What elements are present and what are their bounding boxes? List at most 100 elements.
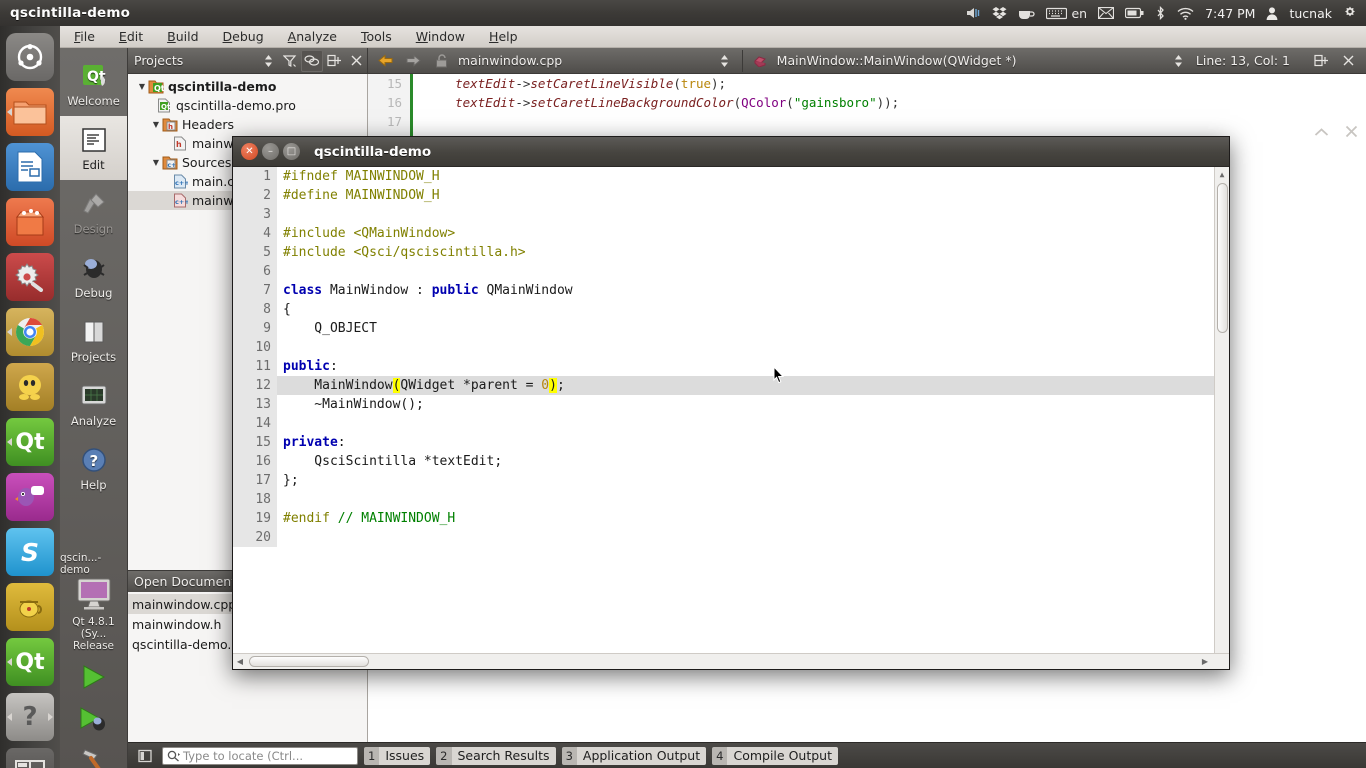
open-document-label: mainwindow.h [132,617,221,632]
launcher-item-qt-assistant[interactable]: Qt [6,638,54,686]
launcher-item-help[interactable]: ? [6,693,54,741]
menu-help[interactable]: Help [489,29,518,44]
expander-icon[interactable]: ▼ [150,158,162,167]
close-editor-icon[interactable] [1338,50,1360,72]
menu-tools[interactable]: Tools [361,29,392,44]
line-number: 3 [233,205,277,224]
gear-icon[interactable] [1343,6,1357,20]
lock-icon[interactable] [430,50,452,72]
menu-edit[interactable]: Edit [119,29,143,44]
dialog-titlebar[interactable]: ✕ – □ qscintilla-demo [233,137,1229,167]
running-pip-left [7,328,12,336]
coffee-cup-icon[interactable] [1018,7,1035,20]
filter-icon[interactable] [279,50,301,72]
username[interactable]: tucnak [1289,6,1332,21]
scroll-right-arrow[interactable]: ▶ [1198,655,1212,669]
close-icon[interactable] [345,50,367,72]
launcher-item-files[interactable] [6,88,54,136]
maximize-button[interactable]: □ [283,143,300,160]
close-button[interactable]: ✕ [241,143,258,160]
run-button[interactable] [73,660,115,694]
launcher-item-teapot[interactable] [6,583,54,631]
mail-icon[interactable] [1098,7,1114,19]
mode-help[interactable]: ? Help [60,436,127,500]
menu-analyze[interactable]: Analyze [288,29,337,44]
mode-projects[interactable]: Projects [60,308,127,372]
output-pane-compile-output[interactable]: 4 Compile Output [712,746,838,766]
code-line: 19#endif // MAINWINDOW_H [233,509,1229,528]
toggle-sidebar-icon[interactable] [134,745,156,767]
split-icon[interactable] [323,50,345,72]
launcher-item-ubuntu-dash[interactable] [6,33,54,81]
vertical-scrollbar[interactable]: ▲ [1214,167,1229,653]
line-number: 10 [233,338,277,357]
kit-selector[interactable]: qscin...-demo Qt 4.8.1 (Sy... Release [60,552,127,768]
clock[interactable]: 7:47 PM [1205,6,1255,21]
launcher-item-libreoffice-writer[interactable] [6,143,54,191]
output-pane-issues[interactable]: 1 Issues [364,746,430,766]
vertical-scroll-thumb[interactable] [1217,183,1228,333]
output-pane-search-results[interactable]: 2 Search Results [436,746,555,766]
tree-item-pro-file[interactable]: Qt qscintilla-demo.pro [128,96,367,115]
nav-forward-icon[interactable] [402,50,424,72]
split-editor-icon[interactable] [1310,50,1332,72]
mode-analyze[interactable]: Analyze [60,372,127,436]
sidebar-combo-arrows[interactable] [257,50,279,72]
menu-build[interactable]: Build [167,29,198,44]
horizontal-scroll-thumb[interactable] [249,656,369,667]
pane-label: Issues [379,747,430,765]
launcher-item-software-center[interactable] [6,198,54,246]
launcher-item-workspace-switcher[interactable] [6,748,54,768]
code-text: Q_OBJECT [277,319,377,338]
menu-debug[interactable]: Debug [223,29,264,44]
tree-item-headers[interactable]: ▼ h Headers [128,115,367,134]
expander-icon[interactable]: ▼ [150,120,162,129]
qscintilla-lines: 1#ifndef MAINWINDOW_H2#define MAINWINDOW… [233,167,1229,547]
sync-with-editor-icon[interactable] [301,50,323,72]
launcher-item-google-chrome[interactable] [6,308,54,356]
code-text [277,490,283,509]
menu-file[interactable]: File [74,29,95,44]
mode-welcome[interactable]: Qt Welcome [60,52,127,116]
open-file-name[interactable]: mainwindow.cpp [458,53,562,68]
run-debug-button[interactable] [73,702,115,736]
close-panel-icon[interactable] [1345,123,1358,142]
workspace-switcher-icon [15,760,45,768]
code-text [277,205,283,224]
bluetooth-icon[interactable] [1155,6,1166,20]
launcher-item-qt-creator[interactable]: Qt [6,418,54,466]
mode-debug[interactable]: Debug [60,244,127,308]
launcher-item-system-settings[interactable] [6,253,54,301]
line-number: 13 [233,395,277,414]
launcher-item-pidgin[interactable] [6,473,54,521]
current-symbol[interactable]: MainWindow::MainWindow(QWidget *) [777,53,1017,68]
file-combo-arrows[interactable] [714,50,736,72]
nav-back-icon[interactable] [374,50,396,72]
scroll-left-arrow[interactable]: ◀ [233,655,247,669]
screen: qscintilla-demo en [0,0,1366,768]
qscintilla-editor[interactable]: 1#ifndef MAINWINDOW_H2#define MAINWINDOW… [233,167,1229,653]
volume-icon[interactable] [966,6,981,20]
output-pane-application-output[interactable]: 3 Application Output [562,746,707,766]
scroll-up-arrow[interactable]: ▲ [1215,167,1229,181]
mode-edit[interactable]: Edit [60,116,127,180]
expander-icon[interactable]: ▼ [136,82,148,91]
locator-input[interactable]: Type to locate (Ctrl... [162,747,358,765]
tree-item-project[interactable]: ▼ Qt qscintilla-demo [128,77,367,96]
line-col-indicator[interactable]: Line: 13, Col: 1 [1196,53,1290,68]
battery-icon[interactable] [1125,7,1144,19]
keyboard-layout-indicator[interactable]: en [1046,6,1087,21]
minimize-button[interactable]: – [262,143,279,160]
wifi-icon[interactable] [1177,7,1194,20]
running-pip-right [48,713,53,721]
build-hammer-button[interactable] [73,744,115,768]
launcher-item-gimp[interactable] [6,363,54,411]
user-icon[interactable] [1266,7,1278,20]
horizontal-scrollbar[interactable]: ◀ ▶ [233,653,1229,669]
dropbox-icon[interactable] [992,6,1007,20]
collapse-chevron-icon[interactable] [1314,123,1329,142]
pidgin-icon [15,483,45,511]
menu-window[interactable]: Window [416,29,465,44]
launcher-item-skype[interactable]: S [6,528,54,576]
symbol-combo-arrows[interactable] [1168,50,1190,72]
